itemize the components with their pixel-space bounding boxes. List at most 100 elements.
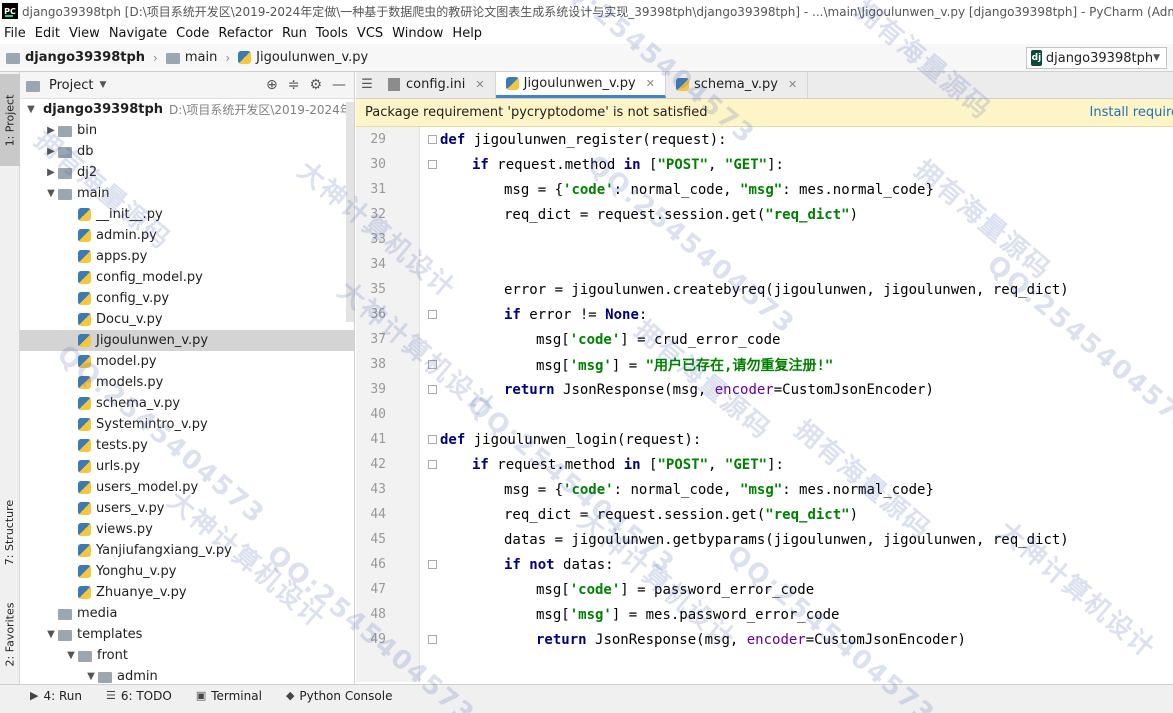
fold-marker-icon[interactable] — [428, 635, 437, 644]
code-text: if not datas: — [504, 557, 614, 573]
project-panel-header: Project ▼ ⊕ ≑ ⚙ — — [20, 72, 354, 99]
tree-file[interactable]: tests.py — [20, 435, 354, 456]
hide-panel-icon[interactable]: — — [332, 77, 346, 93]
line-number: 44 — [370, 507, 386, 522]
fold-marker-icon[interactable] — [428, 435, 437, 444]
bottom-tool-run[interactable]: ▶ 4: Run — [30, 689, 82, 703]
menu-file[interactable]: File — [4, 26, 26, 41]
tree-file[interactable]: Systemintro_v.py — [20, 414, 354, 435]
breadcrumb-folder[interactable]: main — [185, 50, 217, 65]
tree-file[interactable]: Yonghu_v.py — [20, 561, 354, 582]
tree-file[interactable]: Zhuanye_v.py — [20, 582, 354, 603]
bottom-tool-todo[interactable]: ☰ 6: TODO — [106, 689, 172, 703]
tree-folder[interactable]: media — [20, 603, 354, 624]
structure-tool-tab[interactable]: 7: Structure — [0, 482, 20, 582]
fold-marker-icon[interactable] — [428, 135, 437, 144]
expand-arrow-icon[interactable]: ▼ — [64, 650, 78, 661]
project-view-select[interactable]: Project — [49, 78, 93, 93]
tree-item-label: db — [77, 144, 94, 159]
code-text: req_dict = request.session.get("req_dict… — [504, 507, 858, 523]
fold-marker-icon[interactable] — [428, 385, 437, 394]
menu-view[interactable]: View — [69, 26, 100, 41]
tree-folder[interactable]: ▶ dj2 — [20, 162, 354, 183]
fold-marker-icon[interactable] — [428, 160, 437, 169]
close-icon[interactable]: ✕ — [475, 78, 484, 91]
editor-tab[interactable]: config.ini ✕ — [378, 72, 496, 98]
expand-arrow-icon[interactable]: ▶ — [44, 167, 58, 178]
chevron-down-icon[interactable]: ▼ — [99, 80, 106, 90]
menu-tools[interactable]: Tools — [316, 26, 348, 41]
locate-file-icon[interactable]: ⊕ — [266, 77, 278, 93]
code-token: ]: — [767, 156, 784, 173]
tree-file[interactable]: users_v.py — [20, 498, 354, 519]
project-scrollbar[interactable] — [346, 102, 354, 322]
install-requirement-link[interactable]: Install requirement — [1090, 105, 1173, 120]
bottom-tool-python-console[interactable]: ◆ Python Console — [286, 689, 393, 703]
expand-arrow-icon[interactable]: ▼ — [84, 671, 98, 682]
tree-file[interactable]: schema_v.py — [20, 393, 354, 414]
tree-folder[interactable]: ▼ admin — [20, 666, 354, 684]
code-text: msg['msg'] = "用户已存在,请勿重复注册!" — [536, 355, 833, 375]
fold-marker-icon[interactable] — [428, 360, 437, 369]
breadcrumb-project[interactable]: django39398tph — [25, 50, 145, 65]
expand-arrow-icon[interactable]: ▼ — [24, 104, 38, 115]
tree-folder[interactable]: ▶ db — [20, 141, 354, 162]
menu-window[interactable]: Window — [392, 26, 443, 41]
expand-arrow-icon[interactable]: ▶ — [44, 146, 58, 157]
tree-file[interactable]: admin.py — [20, 225, 354, 246]
folder-icon — [58, 126, 72, 137]
collapse-all-icon[interactable]: ≑ — [288, 77, 300, 93]
menu-help[interactable]: Help — [452, 26, 482, 41]
tree-file[interactable]: __init__.py — [20, 204, 354, 225]
tree-root[interactable]: ▼ django39398tph D:\项目系统开发区\2019-2024年定 — [20, 99, 354, 120]
gear-icon[interactable]: ⚙ — [309, 77, 322, 93]
expand-arrow-icon[interactable]: ▼ — [44, 188, 58, 199]
tree-file[interactable]: config_model.py — [20, 267, 354, 288]
tree-folder[interactable]: ▼ templates — [20, 624, 354, 645]
close-icon[interactable]: ✕ — [788, 78, 797, 91]
menu-code[interactable]: Code — [176, 26, 209, 41]
close-icon[interactable]: ✕ — [646, 77, 655, 90]
code-editor[interactable]: 29 def jigoulunwen_register(request): 30 if… — [356, 127, 1173, 682]
tree-file[interactable]: apps.py — [20, 246, 354, 267]
editor-tab[interactable]: schema_v.py ✕ — [666, 72, 809, 98]
fold-marker-icon[interactable] — [428, 560, 437, 569]
tree-file[interactable]: users_model.py — [20, 477, 354, 498]
tree-item-label: media — [77, 606, 118, 621]
tab-list-icon[interactable]: ☰ — [356, 72, 378, 98]
tree-folder[interactable]: ▼ front — [20, 645, 354, 666]
breadcrumb-separator-icon: › — [153, 50, 158, 65]
expand-arrow-icon[interactable]: ▼ — [44, 629, 58, 640]
tree-file[interactable]: config_v.py — [20, 288, 354, 309]
tree-file[interactable]: Yanjiufangxiang_v.py — [20, 540, 354, 561]
project-tool-tab[interactable]: 1: Project — [0, 74, 20, 166]
code-token: : normal_code, — [613, 481, 741, 498]
fold-marker-icon[interactable] — [428, 460, 437, 469]
project-panel: Project ▼ ⊕ ≑ ⚙ — ▼ django39398tph D:\项目… — [20, 72, 355, 684]
python-console-icon: ◆ — [285, 689, 295, 702]
tree-item-label: Systemintro_v.py — [96, 417, 208, 432]
tree-folder[interactable]: ▶ bin — [20, 120, 354, 141]
bottom-tool-terminal[interactable]: ▣ Terminal — [196, 689, 262, 703]
tree-file[interactable]: Jigoulunwen_v.py — [20, 330, 354, 351]
fold-marker-icon[interactable] — [428, 310, 437, 319]
favorites-tool-tab[interactable]: 2: Favorites — [0, 587, 20, 682]
breadcrumb-file[interactable]: Jigoulunwen_v.py — [256, 50, 368, 65]
menu-vcs[interactable]: VCS — [357, 26, 383, 41]
tree-file[interactable]: model.py — [20, 351, 354, 372]
tree-file[interactable]: models.py — [20, 372, 354, 393]
run-configuration-select[interactable]: dj django39398tph ▼ — [1026, 47, 1167, 69]
menu-run[interactable]: Run — [282, 26, 307, 41]
tree-file[interactable]: views.py — [20, 519, 354, 540]
tree-folder[interactable]: ▼ main — [20, 183, 354, 204]
tree-item-label: models.py — [96, 375, 164, 390]
menu-edit[interactable]: Edit — [35, 26, 60, 41]
project-tree: ▼ django39398tph D:\项目系统开发区\2019-2024年定 … — [20, 99, 354, 684]
expand-arrow-icon[interactable]: ▶ — [44, 125, 58, 136]
tree-file[interactable]: Docu_v.py — [20, 309, 354, 330]
editor-tab[interactable]: Jigoulunwen_v.py ✕ — [495, 72, 666, 98]
tree-file[interactable]: urls.py — [20, 456, 354, 477]
code-text: def jigoulunwen_login(request): — [440, 432, 701, 448]
menu-refactor[interactable]: Refactor — [218, 26, 273, 41]
menu-navigate[interactable]: Navigate — [109, 26, 167, 41]
